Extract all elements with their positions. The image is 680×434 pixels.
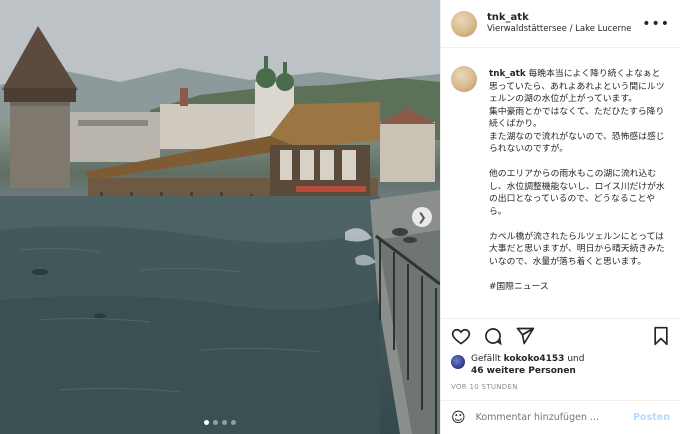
post-header: tnk_atk Vierwaldstättersee / Lake Lucern… [441, 0, 680, 48]
heart-icon[interactable] [451, 326, 471, 346]
username-link[interactable]: tnk_atk [487, 12, 631, 25]
carousel-dot [213, 420, 218, 425]
liked-by-and: und [567, 354, 585, 364]
carousel-dot [204, 420, 209, 425]
liked-by-user-link[interactable]: kokoko4153 [504, 354, 565, 364]
carousel-next-button[interactable]: ❯ [412, 207, 432, 227]
location-link[interactable]: Vierwaldstättersee / Lake Lucerne [487, 24, 631, 35]
lucerne-bridge-image [0, 0, 440, 434]
action-bar [451, 325, 670, 347]
carousel-indicator [0, 420, 440, 425]
liked-by: Gefällt kokoko4153 und 46 weitere Person… [451, 353, 670, 377]
comment-input[interactable] [475, 412, 634, 423]
post-author-block: tnk_atk Vierwaldstättersee / Lake Lucern… [487, 12, 631, 35]
post-timestamp[interactable]: VOR 10 STUNDEN [451, 383, 670, 391]
liked-by-prefix: Gefällt [471, 354, 501, 364]
post-sidebar: tnk_atk Vierwaldstättersee / Lake Lucern… [440, 0, 680, 434]
post-actions: Gefällt kokoko4153 und 46 weitere Person… [441, 318, 680, 391]
comment-icon[interactable] [483, 326, 503, 346]
caption-username[interactable]: tnk_atk [489, 69, 526, 79]
comment-bar: ☺ Posten [441, 400, 680, 434]
bookmark-icon[interactable] [652, 326, 670, 346]
more-horizontal-icon[interactable]: ••• [642, 16, 670, 32]
carousel-dot [222, 420, 227, 425]
liked-by-text: Gefällt kokoko4153 und 46 weitere Person… [471, 353, 584, 377]
smiley-icon[interactable]: ☺ [451, 410, 466, 426]
post-comment-button[interactable]: Posten [633, 412, 670, 423]
chevron-right-icon: ❯ [417, 210, 427, 224]
avatar[interactable] [451, 355, 465, 369]
avatar[interactable] [451, 10, 477, 37]
caption-section: tnk_atk 毎晩本当によく降り続くよなぁと思っていたら、あれよあれよという間… [451, 58, 674, 314]
caption-body: 毎晩本当によく降り続くよなぁと思っていたら、あれよあれよという間にルツェルンの湖… [489, 69, 665, 292]
avatar[interactable] [451, 66, 477, 92]
paper-plane-icon[interactable] [515, 326, 535, 346]
carousel-dot [231, 420, 236, 425]
liked-by-others-link[interactable]: 46 weitere Personen [471, 366, 576, 376]
caption-text: tnk_atk 毎晩本当によく降り続くよなぁと思っていたら、あれよあれよという間… [489, 68, 667, 314]
post-photo[interactable]: ❯ [0, 0, 440, 434]
